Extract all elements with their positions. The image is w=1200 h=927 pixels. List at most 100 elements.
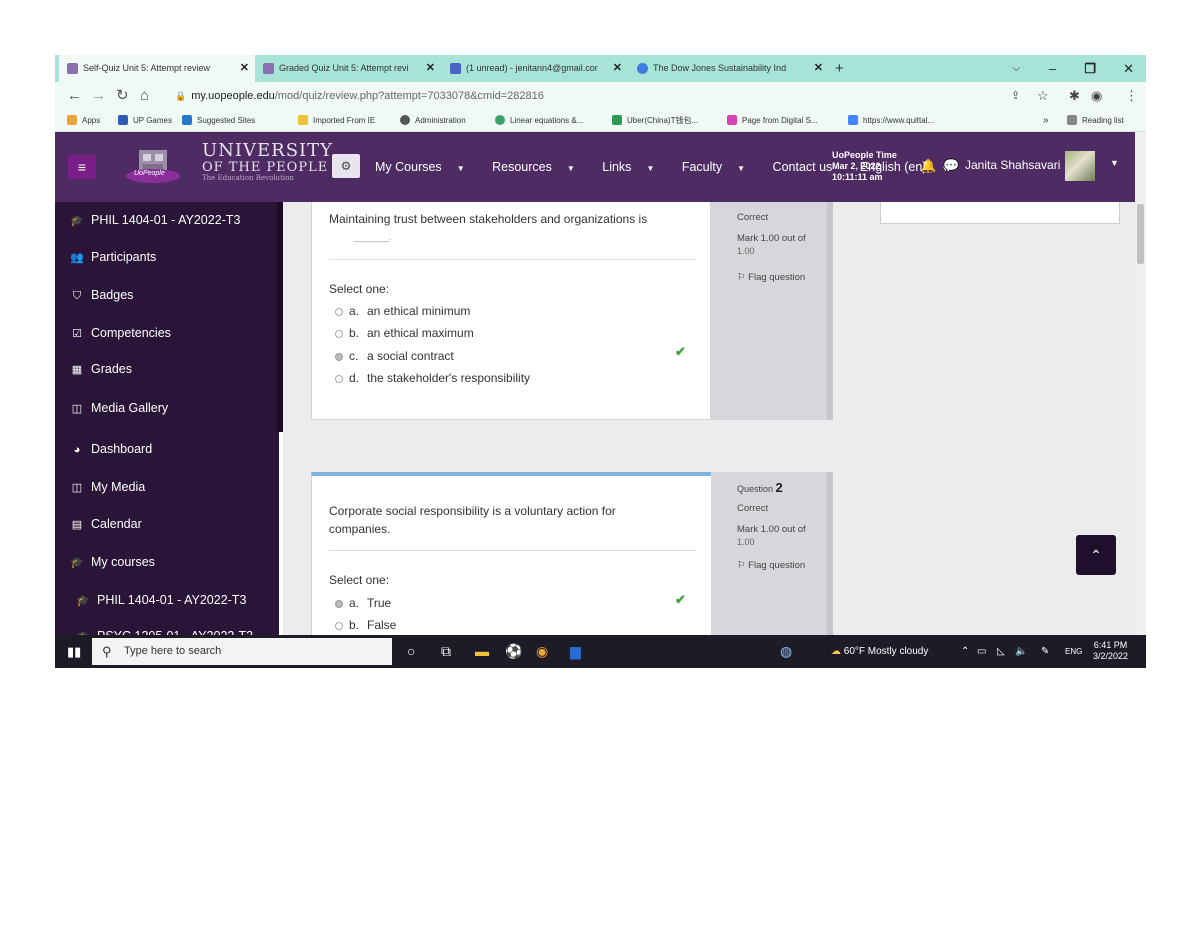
restore-icon[interactable]: ❐ — [1084, 55, 1096, 82]
help-icon[interactable]: ◍ — [780, 635, 792, 668]
bookmark[interactable]: Linear equations &... — [495, 110, 583, 131]
flag-question-link[interactable]: ⚐ Flag question — [737, 560, 805, 571]
app-icon[interactable]: ⚽ — [505, 635, 522, 668]
page-scrollbar[interactable] — [1135, 132, 1146, 635]
pen-icon: ✎ — [1041, 646, 1050, 657]
sidebar-item-media-gallery[interactable]: ◫ Media Gallery — [69, 398, 168, 418]
nav-links[interactable]: Links ▼ — [602, 160, 666, 174]
close-icon[interactable]: ✕ — [240, 55, 249, 82]
back-icon[interactable]: ← — [67, 82, 82, 110]
university-logo-text[interactable]: UNIVERSITY OF THE PEOPLE The Education R… — [202, 142, 333, 182]
close-icon[interactable]: ✕ — [814, 55, 823, 82]
bookmark[interactable]: Administration — [400, 110, 466, 131]
sidebar-item-dashboard[interactable]: ◕ Dashboard — [69, 439, 152, 459]
scrollbar-thumb[interactable] — [1137, 204, 1144, 264]
question-card: Maintaining trust between stakeholders a… — [311, 202, 711, 420]
language-indicator[interactable]: ENG — [1065, 635, 1082, 668]
flag-question-link[interactable]: ⚐ Flag question — [737, 272, 805, 283]
avatar[interactable] — [1065, 151, 1095, 181]
network-icon[interactable]: ◺ — [997, 635, 1005, 668]
sidebar-item-course[interactable]: 🎓 PHIL 1404-01 - AY2022-T3 — [75, 590, 246, 610]
question-text: Corporate social responsibility is a vol… — [329, 504, 616, 518]
volume-icon[interactable]: 🔈 — [1015, 635, 1027, 668]
bookmark[interactable]: https://www.quittal... — [848, 110, 934, 131]
share-icon[interactable]: ⇪ — [1011, 82, 1020, 110]
bookmark[interactable]: Suggested Sites — [182, 110, 255, 131]
reload-icon[interactable]: ↻ — [116, 82, 129, 110]
answer-option-selected[interactable]: a. True — [335, 596, 391, 610]
media-gallery-icon: ◫ — [71, 403, 83, 415]
nav-my-courses[interactable]: My Courses ▼ — [375, 160, 477, 174]
uopeople-time: UoPeople Time Mar 2, 2022 10:11:11 am — [832, 150, 897, 182]
star-icon[interactable]: ☆ — [1037, 82, 1049, 110]
browser-tab[interactable]: Graded Quiz Unit 5: Attempt revi ✕ — [255, 55, 441, 82]
radio-icon — [335, 622, 343, 630]
answer-option-selected[interactable]: c. a social contract — [335, 349, 454, 363]
close-icon[interactable]: ✕ — [426, 55, 435, 82]
chrome-icon[interactable]: ◉ — [536, 635, 548, 668]
divider — [329, 259, 696, 260]
folder-icon — [298, 115, 308, 125]
select-one-label: Select one: — [329, 282, 390, 296]
caret-down-icon: ▼ — [737, 164, 746, 173]
answer-option[interactable]: b. False — [335, 618, 396, 632]
tray-chevron-up-icon[interactable]: ⌃ — [961, 635, 969, 668]
answer-option[interactable]: a. an ethical minimum — [335, 304, 470, 318]
sidebar-item-calendar[interactable]: ▤ Calendar — [69, 514, 142, 534]
site-navbar: ≡ UoPeople UNIVERSITY OF THE PEOPLE The … — [55, 132, 1135, 202]
url-field[interactable]: 🔒 my.uopeople.edu/mod/quiz/review.php?att… — [175, 87, 544, 105]
back-to-top-button[interactable]: ⌃ — [1076, 535, 1116, 575]
bell-icon[interactable]: 🔔 — [920, 158, 936, 174]
cortana-icon[interactable]: ○ — [407, 635, 415, 668]
windows-start-icon[interactable]: ▮▮ — [67, 635, 81, 668]
bookmark-apps[interactable]: Apps — [67, 110, 100, 131]
sidebar-item-my-media[interactable]: ◫ My Media — [69, 477, 145, 497]
bookmark[interactable]: UP Games — [118, 110, 172, 131]
file-explorer-icon[interactable]: ▬ — [475, 635, 489, 668]
browser-tab[interactable]: (1 unread) - jenitann4@gmail.cor ✕ — [442, 55, 628, 82]
profile-avatar-icon[interactable]: ◉ — [1091, 82, 1102, 110]
home-icon[interactable]: ⌂ — [140, 82, 149, 110]
word-icon[interactable]: ▆ — [570, 635, 581, 668]
forward-icon[interactable]: → — [91, 82, 106, 110]
extensions-icon[interactable]: ✱ — [1069, 82, 1080, 110]
sidebar-item-grades[interactable]: ▦ Grades — [69, 359, 132, 379]
answer-option[interactable]: d. the stakeholder's responsibility — [335, 371, 530, 385]
nav-faculty[interactable]: Faculty ▼ — [682, 160, 757, 174]
sidebar-item-badges[interactable]: ⛉ Badges — [69, 285, 134, 305]
lock-icon: 🔒 — [175, 91, 187, 101]
question-blank: _______. — [354, 232, 392, 242]
sidebar-item-participants[interactable]: 👥 Participants — [69, 247, 156, 267]
caret-down-icon: ▼ — [456, 164, 465, 173]
settings-gear-button[interactable]: ⚙ — [332, 154, 360, 178]
answer-option[interactable]: b. an ethical maximum — [335, 326, 474, 340]
sidebar-item-competencies[interactable]: ☑ Competencies — [69, 323, 171, 343]
browser-tab[interactable]: Self-Quiz Unit 5: Attempt review ✕ — [59, 55, 255, 82]
chevron-down-icon[interactable]: ⌵ — [1012, 55, 1020, 82]
taskbar-clock[interactable]: 6:41 PM 3/2/2022 — [1093, 640, 1128, 662]
nav-resources[interactable]: Resources ▼ — [492, 160, 587, 174]
bookmark-overflow[interactable]: » — [1043, 110, 1049, 131]
sidebar-item-my-courses[interactable]: 🎓 My courses — [69, 552, 155, 572]
new-tab-button[interactable]: + — [831, 55, 851, 82]
caret-down-icon[interactable]: ▼ — [1110, 158, 1119, 168]
bookmark[interactable]: Page from Digital S... — [727, 110, 818, 131]
radio-icon — [335, 308, 343, 316]
user-name[interactable]: Janita Shahsavari — [965, 158, 1060, 172]
browser-tab[interactable]: The Dow Jones Sustainability Ind ✕ — [629, 55, 829, 82]
reading-list[interactable]: Reading list — [1067, 110, 1124, 131]
menu-dots-icon[interactable]: ⋮ — [1125, 82, 1138, 110]
chat-icon[interactable]: 💬 — [943, 158, 959, 174]
taskbar-search-input[interactable]: ⚲ Type here to search — [92, 638, 392, 665]
weather-widget[interactable]: ☁ 60°F Mostly cloudy — [831, 635, 928, 668]
close-icon[interactable]: ✕ — [613, 55, 622, 82]
minimize-icon[interactable]: – — [1049, 55, 1056, 82]
close-window-icon[interactable]: ✕ — [1123, 55, 1134, 82]
bookmark[interactable]: Uber(China)T钱包... — [612, 110, 698, 131]
task-view-icon[interactable]: ⧉ — [441, 635, 451, 668]
apps-grid-icon — [67, 115, 77, 125]
bookmark[interactable]: Imported From IE — [298, 110, 375, 131]
sidebar-item-course[interactable]: 🎓 PHIL 1404-01 - AY2022-T3 — [69, 210, 240, 230]
hamburger-menu-button[interactable]: ≡ — [68, 155, 96, 179]
uopeople-logo-badge: UoPeople — [134, 170, 165, 177]
